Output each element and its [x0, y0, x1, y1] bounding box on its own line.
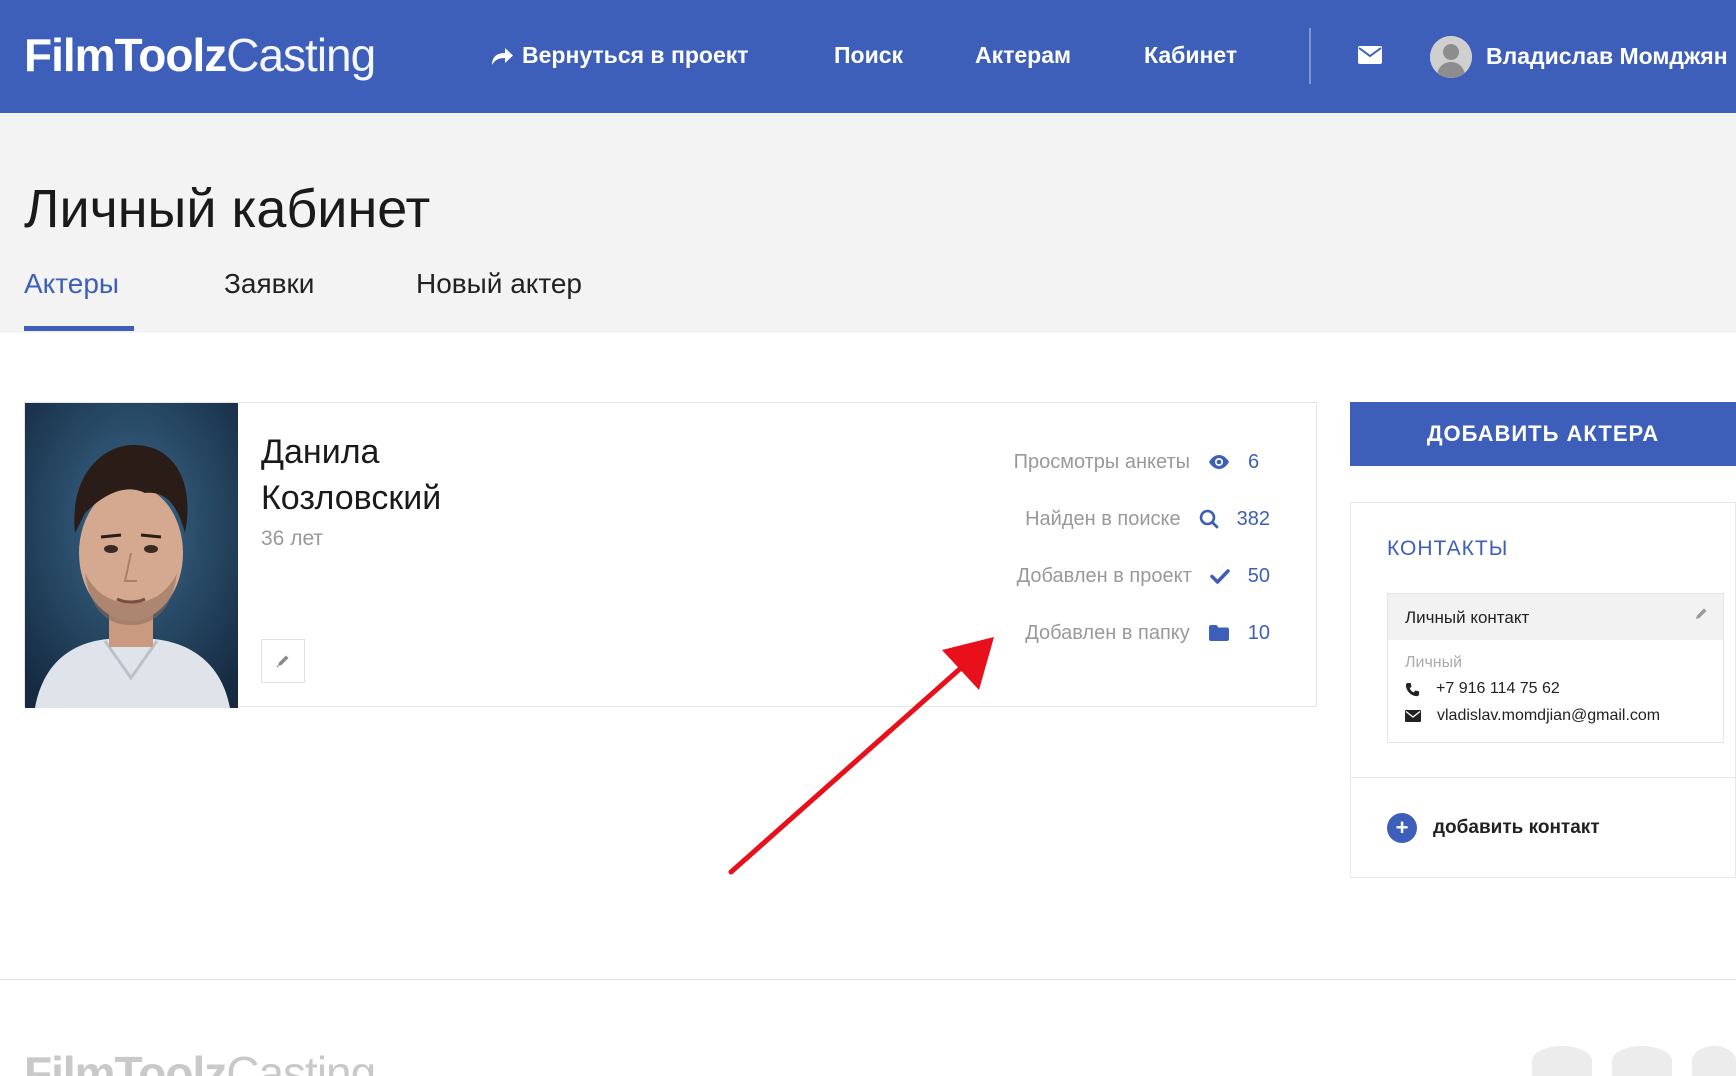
top-navigation-bar: FilmToolz Casting Вернуться в проект Пои… [0, 0, 1736, 113]
back-to-project-link[interactable]: Вернуться в проект [490, 42, 749, 69]
tab-requests[interactable]: Заявки [224, 268, 314, 300]
social-icon[interactable] [1612, 1046, 1672, 1076]
stat-value: 6 [1248, 450, 1260, 473]
stat-label: Найден в поиске [1025, 507, 1181, 530]
stat-added-to-project: Добавлен в проект 50 [1017, 561, 1270, 591]
envelope-icon[interactable] [1358, 46, 1382, 69]
social-icon[interactable] [1692, 1046, 1736, 1076]
nav-search-label: Поиск [834, 42, 904, 68]
user-avatar[interactable] [1430, 36, 1472, 78]
contacts-separator [1351, 777, 1736, 778]
contact-card: Личный контакт Личный +7 916 114 75 62 v… [1387, 593, 1724, 743]
logo-thin-part: Casting [226, 29, 376, 81]
back-to-project-label: Вернуться в проект [522, 42, 749, 68]
contact-phone[interactable]: +7 916 114 75 62 [1436, 680, 1560, 698]
contact-phone-row: +7 916 114 75 62 [1405, 680, 1560, 698]
stat-added-to-folder: Добавлен в папку 10 [1025, 618, 1270, 648]
stat-found-in-search: Найден в поиске 382 [1025, 504, 1270, 534]
footer-logo-bold: FilmToolz [24, 1047, 227, 1076]
nav-divider [1309, 28, 1311, 84]
stat-value: 10 [1247, 621, 1270, 644]
pencil-icon [276, 655, 289, 668]
pencil-icon[interactable] [1693, 606, 1709, 627]
contacts-panel: КОНТАКТЫ Личный контакт Личный +7 916 11… [1350, 502, 1736, 878]
nav-for-actors-label: Актерам [975, 42, 1072, 68]
nav-search[interactable]: Поиск [834, 42, 903, 69]
stat-label: Добавлен в проект [1016, 564, 1192, 587]
stat-value: 382 [1236, 507, 1270, 530]
stat-value: 50 [1247, 564, 1270, 587]
eye-icon [1209, 455, 1229, 469]
filmtoolz-logo[interactable]: FilmToolz Casting [24, 28, 376, 84]
actor-first-name: Данила [261, 433, 380, 471]
footer-divider [0, 979, 1736, 980]
user-name[interactable]: Владислав Момджян [1486, 43, 1728, 70]
plus-icon: + [1387, 813, 1417, 843]
contacts-title: КОНТАКТЫ [1387, 537, 1509, 560]
tab-new-actor[interactable]: Новый актер [416, 268, 582, 300]
contact-email-row: vladislav.momdjian@gmail.com [1405, 707, 1660, 725]
contact-card-header: Личный контакт [1388, 594, 1723, 640]
page-title: Личный кабинет [24, 179, 431, 239]
add-actor-button[interactable]: ДОБАВИТЬ АКТЕРА [1350, 402, 1736, 466]
nav-cabinet-label: Кабинет [1144, 42, 1238, 68]
add-contact-label: добавить контакт [1433, 817, 1600, 838]
actor-full-name[interactable]: Данила Козловский [261, 429, 661, 521]
nav-for-actors[interactable]: Актерам [975, 42, 1071, 69]
search-icon [1199, 509, 1219, 529]
edit-actor-button[interactable] [261, 639, 305, 683]
stat-label: Добавлен в папку [1025, 621, 1190, 644]
envelope-icon [1405, 710, 1421, 722]
tab-actors[interactable]: Актеры [24, 268, 119, 300]
footer-logo-thin: Casting [226, 1047, 376, 1076]
phone-icon [1405, 682, 1420, 696]
add-contact-button[interactable]: + добавить контакт [1387, 813, 1600, 843]
actor-last-name: Козловский [261, 479, 442, 517]
active-tab-indicator [24, 326, 134, 331]
contact-type: Личный [1405, 654, 1463, 671]
footer-logo[interactable]: FilmToolzCasting [24, 1046, 376, 1076]
contact-card-title: Личный контакт [1405, 608, 1530, 627]
nav-cabinet[interactable]: Кабинет [1144, 42, 1237, 69]
actor-photo[interactable] [25, 403, 238, 708]
stat-profile-views: Просмотры анкеты 6 [1014, 447, 1270, 477]
actor-card: Данила Козловский 36 лет Просмотры анкет… [24, 402, 1317, 708]
stat-label: Просмотры анкеты [1013, 450, 1190, 473]
share-arrow-icon [492, 47, 513, 65]
folder-icon [1208, 625, 1229, 641]
contact-email[interactable]: vladislav.momdjian@gmail.com [1437, 707, 1660, 725]
actor-age: 36 лет [261, 527, 324, 550]
social-facebook-icon[interactable] [1532, 1046, 1592, 1076]
logo-bold-part: FilmToolz [24, 29, 227, 81]
check-icon [1210, 569, 1230, 584]
